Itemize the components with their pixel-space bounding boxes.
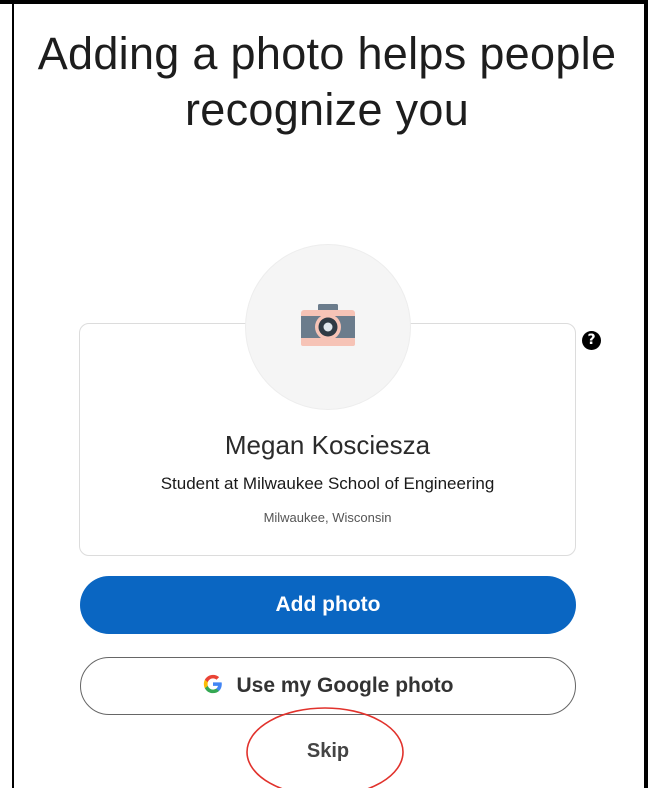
page-title: Adding a photo helps people recognize yo…	[37, 28, 617, 135]
google-g-icon	[204, 675, 223, 694]
avatar-photo-placeholder[interactable]	[246, 245, 410, 409]
question-circle-icon[interactable]: ?	[582, 331, 601, 350]
screenshot-border-left	[12, 0, 14, 788]
camera-icon	[301, 304, 355, 346]
screenshot-border-right	[644, 0, 648, 788]
use-google-photo-label: Use my Google photo	[236, 674, 454, 697]
add-photo-button[interactable]: Add photo	[80, 576, 576, 634]
red-annotation-ellipse	[246, 707, 404, 788]
profile-location: Milwaukee, Wisconsin	[263, 510, 392, 525]
profile-name: Megan Kosciesza	[224, 430, 431, 460]
screenshot-border-top	[0, 0, 648, 4]
profile-headline: Student at Milwaukee School of Engineeri…	[160, 474, 495, 493]
